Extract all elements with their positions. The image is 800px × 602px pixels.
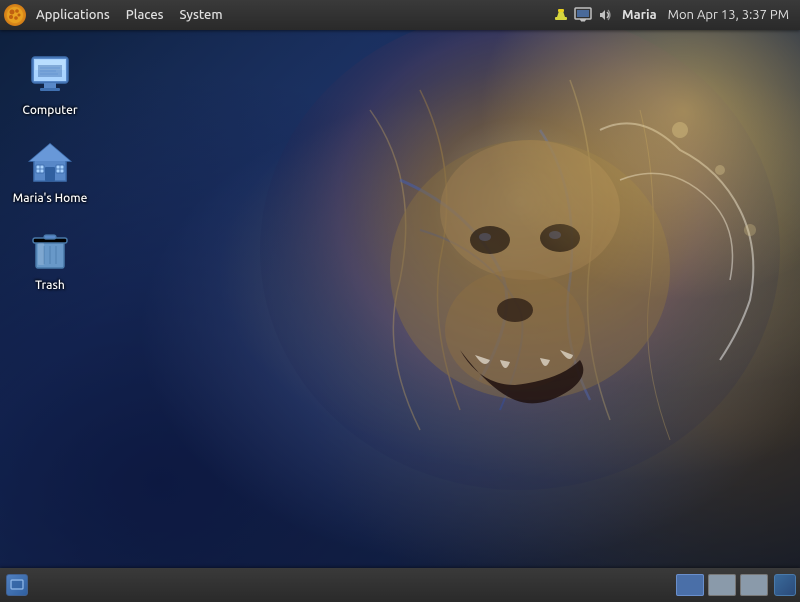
taskbar-right: Maria Mon Apr 13, 3:37 PM xyxy=(550,0,800,30)
desktop-icon-area: Computer Maria's Home xyxy=(0,40,180,313)
taskbar-left: Applications Places System xyxy=(0,0,231,30)
show-desktop-button[interactable] xyxy=(6,574,28,596)
applications-menu[interactable]: Applications xyxy=(28,0,118,30)
volume-tray-icon[interactable] xyxy=(596,6,614,24)
trash-icon[interactable]: Trash xyxy=(5,220,95,300)
bottom-left xyxy=(0,574,34,596)
edit-tray-icon[interactable] xyxy=(552,6,570,24)
top-taskbar: Applications Places System xyxy=(0,0,800,30)
display-tray-icon[interactable] xyxy=(574,6,592,24)
menu-bar: Applications Places System xyxy=(28,0,231,30)
computer-label: Computer xyxy=(22,103,77,119)
trash-label: Trash xyxy=(35,278,65,294)
workspace-3-button[interactable] xyxy=(740,574,768,596)
username-label: Maria xyxy=(616,0,663,30)
workspace-switcher xyxy=(670,568,800,602)
datetime-label: Mon Apr 13, 3:37 PM xyxy=(663,0,794,30)
gnome-logo[interactable] xyxy=(4,4,26,26)
bottom-taskbar xyxy=(0,568,800,602)
lion-wallpaper xyxy=(220,30,800,570)
home-icon[interactable]: Maria's Home xyxy=(5,133,95,213)
workspace-2-button[interactable] xyxy=(708,574,736,596)
taskbar-end-button[interactable] xyxy=(774,574,796,596)
system-menu[interactable]: System xyxy=(172,0,231,30)
workspace-1-button[interactable] xyxy=(676,574,704,596)
places-menu[interactable]: Places xyxy=(118,0,172,30)
desktop: Applications Places System xyxy=(0,0,800,602)
computer-icon[interactable]: Computer xyxy=(5,45,95,125)
home-label: Maria's Home xyxy=(13,191,88,207)
